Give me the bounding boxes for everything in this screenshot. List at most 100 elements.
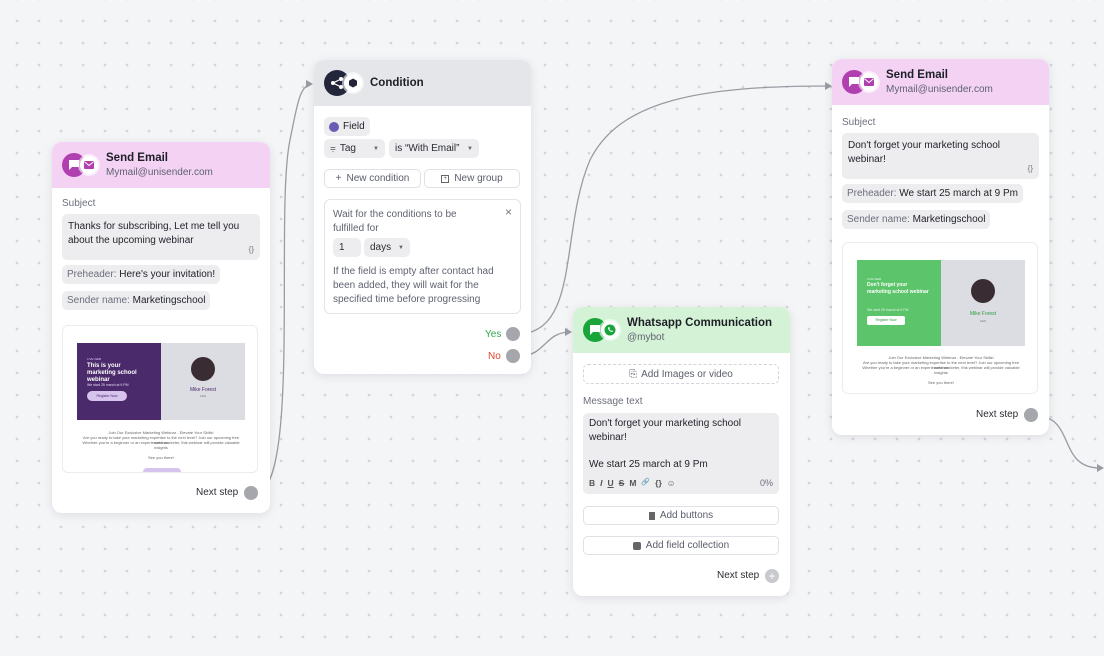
preheader-value: We start 25 march at 9 Pm <box>899 188 1019 199</box>
next-step-label: Next step <box>717 570 760 581</box>
chevron-down-icon: ▼ <box>373 145 379 152</box>
subject-label: Subject <box>842 117 876 128</box>
preview-person: Mike Forest <box>969 311 997 317</box>
node-title: Condition <box>370 77 424 89</box>
yes-handle[interactable] <box>506 327 520 341</box>
preview-person: Mike Forest <box>189 387 217 393</box>
add-next-step-button[interactable]: + <box>765 569 779 583</box>
no-handle[interactable] <box>506 349 520 363</box>
new-condition-button[interactable]: + New condition <box>324 169 421 188</box>
collection-icon <box>632 541 641 550</box>
subject-field[interactable]: Don't forget your marketing school webin… <box>842 133 1039 179</box>
subject-text: Don't forget your marketing school webin… <box>848 140 1000 165</box>
wait-note: If the field is empty after contact had … <box>333 266 494 305</box>
avatar <box>191 357 215 381</box>
preheader-chip[interactable]: Preheader: Here's your invitation! <box>62 265 221 284</box>
next-step-handle[interactable] <box>244 486 258 500</box>
next-step-handle[interactable] <box>1024 408 1038 422</box>
arrow-out <box>1097 464 1104 472</box>
node-header: Condition <box>314 60 531 106</box>
add-field-collection-button[interactable]: Add field collection <box>583 536 779 555</box>
variable-icon[interactable]: {} <box>1028 162 1033 176</box>
value-select[interactable]: is “With Email” ▼ <box>389 139 479 158</box>
email-preview[interactable]: LIVE WEB Don't forget your marketing sch… <box>842 242 1038 394</box>
add-buttons-button[interactable]: Add buttons <box>583 506 779 525</box>
no-label: No <box>488 351 501 362</box>
whatsapp-node[interactable]: Whatsapp Communication @mybot ⎘ Add Imag… <box>573 307 790 596</box>
sender-address: Mymail@unisender.com <box>886 84 993 95</box>
preview-cta: Register Now <box>867 316 905 325</box>
preheader-chip[interactable]: Preheader: We start 25 march at 9 Pm <box>842 184 1024 203</box>
email-preview[interactable]: LIVE WEB This is your marketing school w… <box>62 325 258 473</box>
sender-name-chip[interactable]: Sender name: Marketingschool <box>62 291 211 310</box>
field-icon <box>329 121 339 132</box>
preview-person-role: CEO <box>979 319 987 323</box>
monospace-icon[interactable]: M <box>629 476 636 490</box>
wait-number-input[interactable]: 1 <box>333 238 361 257</box>
preheader-key: Preheader: <box>847 188 897 199</box>
sender-name-chip[interactable]: Sender name: Marketingschool <box>842 210 991 229</box>
whatsapp-handle: @mybot <box>627 332 665 343</box>
char-counter: 0% <box>759 478 773 488</box>
preheader-value: Here's your invitation! <box>119 269 216 280</box>
send-email-node-right[interactable]: Send Email Mymail@unisender.com Subject … <box>832 59 1049 435</box>
strikethrough-icon[interactable]: S <box>619 476 625 490</box>
add-media-button[interactable]: ⎘ Add Images or video <box>583 364 779 384</box>
node-header: Whatsapp Communication @mybot <box>573 307 790 353</box>
arrow-condition-in <box>306 80 313 88</box>
field-chip[interactable]: Field <box>324 117 370 136</box>
emoji-icon[interactable]: ☺ <box>667 476 676 490</box>
arrow-email-right-in <box>825 82 832 90</box>
variable-icon[interactable]: {} <box>249 243 254 257</box>
arrow-whatsapp-in <box>565 328 572 336</box>
add-buttons-label: Add buttons <box>659 510 714 521</box>
wait-text: Wait for the conditions to be fulfilled … <box>333 209 457 234</box>
format-toolbar: B I U S M 🔗 {} ☺ <box>589 476 675 490</box>
preview-hero-left: LIVE WEB Don't forget your marketing sch… <box>857 260 941 346</box>
node-header: Send Email Mymail@unisender.com <box>52 142 270 188</box>
preview-footer-4: See you there! <box>927 380 955 385</box>
sender-name-value: Marketingschool <box>132 295 206 306</box>
subject-field[interactable]: Thanks for subscribing, Let me tell you … <box>62 214 260 260</box>
node-title: Send Email <box>886 69 948 81</box>
whatsapp-icon <box>601 321 619 339</box>
wait-box: Wait for the conditions to be fulfilled … <box>324 199 521 314</box>
preview-person-role: CEO <box>199 394 207 398</box>
value-select-label: is “With Email” <box>395 143 460 154</box>
wait-number-value: 1 <box>339 242 345 253</box>
tag-icon: ⩦ <box>330 143 336 154</box>
tag-select-label: Tag <box>339 143 356 154</box>
bold-icon[interactable]: B <box>589 476 595 490</box>
preview-hero-right: Mike Forest CEO <box>941 260 1025 346</box>
sender-name-value: Marketingschool <box>912 214 986 225</box>
send-email-node-left[interactable]: Send Email Mymail@unisender.com Subject … <box>52 142 270 513</box>
variable-icon[interactable]: {} <box>655 476 662 490</box>
preview-date: We start 25 march at 9 PM <box>87 383 129 387</box>
underline-icon[interactable]: U <box>608 476 614 490</box>
close-icon[interactable]: × <box>505 205 512 219</box>
buttons-icon <box>648 511 655 520</box>
wire-yes-to-email-right <box>519 85 831 335</box>
italic-icon[interactable]: I <box>600 476 602 490</box>
wait-unit-select[interactable]: days ▼ <box>364 238 410 257</box>
preview-hero-right: Mike Forest CEO <box>161 343 245 420</box>
wait-unit-value: days <box>370 242 392 253</box>
tag-select-value: ⩦ Tag <box>330 143 356 154</box>
new-group-button[interactable]: + New group <box>424 169 520 188</box>
chevron-down-icon: ▼ <box>398 244 404 251</box>
preview-hero-left: LIVE WEB This is your marketing school w… <box>77 343 161 420</box>
chevron-down-icon: ▼ <box>467 145 473 152</box>
message-text-label: Message text <box>583 396 643 407</box>
preview-small-top: LIVE WEB <box>867 277 882 281</box>
preview-date: We start 25 march at 9 PM <box>867 308 909 312</box>
preview-footer-3: Whether you're a beginner or an experien… <box>862 365 1020 375</box>
sender-name-key: Sender name: <box>67 295 130 306</box>
node-title: Whatsapp Communication <box>627 317 773 329</box>
sender-name-key: Sender name: <box>847 214 910 225</box>
message-line-1: Don't forget your marketing school webin… <box>589 418 741 443</box>
preview-footer-4: See you there! <box>147 455 175 460</box>
link-icon[interactable]: 🔗 <box>641 476 650 490</box>
condition-node[interactable]: Condition Field ⩦ Tag ▼ is “With Email” ▼… <box>314 60 531 374</box>
message-editor[interactable]: Don't forget your marketing school webin… <box>583 413 779 494</box>
tag-select[interactable]: ⩦ Tag ▼ <box>324 139 385 158</box>
